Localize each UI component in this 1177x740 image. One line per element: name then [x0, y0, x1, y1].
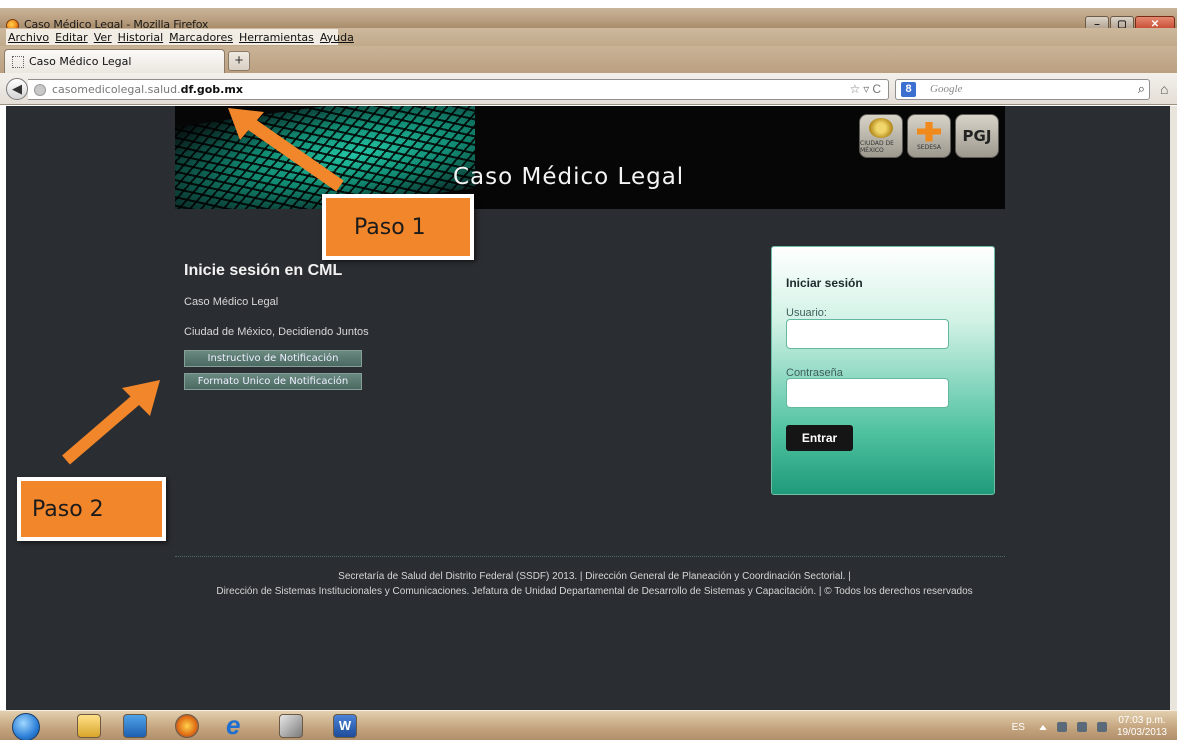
username-field[interactable] — [786, 319, 949, 349]
login-title: Iniciar sesión — [786, 276, 863, 290]
tab-title: Caso Médico Legal — [29, 55, 132, 68]
google-icon[interactable]: 8 — [901, 82, 916, 97]
back-button[interactable]: ◀ — [6, 78, 28, 100]
menu-historial[interactable]: Historial — [118, 31, 163, 44]
page-heading: Inicie sesión en CML — [184, 262, 343, 279]
menu-archivo[interactable]: Archivo — [8, 31, 49, 44]
bookmark-star-icon[interactable]: ☆▿C — [850, 82, 884, 96]
window-title-bar: Caso Médico Legal - Mozilla Firefox – ▢ … — [0, 0, 1177, 32]
url-bar[interactable]: casomedicolegal.salud.df.gob.mx ☆▿C — [28, 79, 889, 100]
cdmx-logo: CIUDAD DE MÉXICO — [859, 114, 903, 158]
footer-line-1: Secretaría de Salud del Distrito Federal… — [338, 571, 851, 582]
windows-taskbar: e W ES 07:03 p.m. 19/03/2013 — [0, 710, 1177, 740]
step2-arrow-icon — [62, 380, 160, 465]
search-input[interactable]: Google — [930, 83, 962, 95]
page-content: Caso Médico Legal CIUDAD DE MÉXICO SEDES… — [6, 106, 1177, 710]
subtitle-line-1: Caso Médico Legal — [184, 296, 279, 308]
action-center-flag-icon[interactable] — [1096, 722, 1107, 732]
word-taskbar-icon[interactable]: W — [333, 714, 357, 738]
menu-bar: Archivo Editar Ver Historial Marcadores … — [0, 28, 1177, 46]
volume-icon[interactable] — [1076, 722, 1087, 732]
password-field[interactable] — [786, 378, 949, 408]
menu-marcadores[interactable]: Marcadores — [169, 31, 233, 44]
navigation-bar: ◀ casomedicolegal.salud.df.gob.mx ☆▿C 8 … — [0, 73, 1177, 105]
menu-herramientas[interactable]: Herramientas — [239, 31, 314, 44]
explorer-taskbar-icon[interactable] — [77, 714, 101, 738]
menu-ver[interactable]: Ver — [94, 31, 112, 44]
window-edge — [1170, 106, 1177, 710]
menu-ayuda[interactable]: Ayuda — [320, 31, 354, 44]
menu-editar[interactable]: Editar — [55, 31, 88, 44]
language-indicator[interactable]: ES — [1012, 722, 1025, 733]
clock-date: 19/03/2013 — [1116, 727, 1167, 738]
search-bar[interactable]: 8 Google ⌕ — [895, 79, 1150, 100]
search-icon[interactable]: ⌕ — [1138, 81, 1145, 97]
step2-callout: Paso 2 — [17, 477, 166, 541]
footer-line-2: Dirección de Sistemas Institucionales y … — [216, 586, 973, 597]
banner-title: Caso Médico Legal — [453, 164, 685, 190]
institution-logos: CIUDAD DE MÉXICO SEDESA PGJ — [855, 114, 999, 158]
step1-callout: Paso 1 — [322, 194, 474, 260]
system-tray: ES 07:03 p.m. 19/03/2013 — [1012, 715, 1167, 739]
pgj-logo: PGJ — [955, 114, 999, 158]
intro-section: Inicie sesión en CML Caso Médico Legal C… — [184, 262, 369, 390]
start-button[interactable] — [12, 713, 40, 740]
network-icon[interactable] — [1056, 722, 1067, 732]
system-clock[interactable]: 07:03 p.m. 19/03/2013 — [1117, 715, 1167, 739]
url-domain: df.gob.mx — [180, 83, 243, 96]
new-tab-button[interactable]: + — [228, 51, 250, 71]
tab-caso-medico-legal[interactable]: Caso Médico Legal — [4, 49, 225, 73]
login-panel: Iniciar sesión Usuario: Contraseña Entra… — [771, 246, 995, 495]
step1-arrow-icon — [228, 108, 344, 192]
formato-unico-button[interactable]: Formato Unico de Notificación — [184, 373, 362, 390]
internet-explorer-taskbar-icon[interactable]: e — [226, 712, 250, 738]
firefox-taskbar-icon[interactable] — [175, 714, 199, 738]
scanner-taskbar-icon[interactable] — [279, 714, 303, 738]
page-favicon-icon — [12, 55, 24, 68]
sedesa-logo: SEDESA — [907, 114, 951, 158]
site-identity-icon[interactable] — [34, 84, 46, 96]
clock-time: 07:03 p.m. — [1118, 715, 1166, 726]
home-icon[interactable]: ⌂ — [1160, 81, 1168, 97]
username-label: Usuario: — [786, 307, 827, 319]
instructivo-button[interactable]: Instructivo de Notificación — [184, 350, 362, 367]
url-prefix: casomedicolegal.salud. — [52, 83, 181, 96]
subtitle-line-2: Ciudad de México, Decidiendo Juntos — [184, 326, 369, 338]
outlook-taskbar-icon[interactable] — [123, 714, 147, 738]
show-hidden-icons-icon[interactable] — [1038, 724, 1047, 730]
footer-divider — [175, 556, 1005, 557]
tab-bar: Caso Médico Legal + — [0, 46, 1177, 73]
login-button[interactable]: Entrar — [786, 425, 853, 451]
url-text: casomedicolegal.salud.df.gob.mx — [52, 83, 243, 96]
